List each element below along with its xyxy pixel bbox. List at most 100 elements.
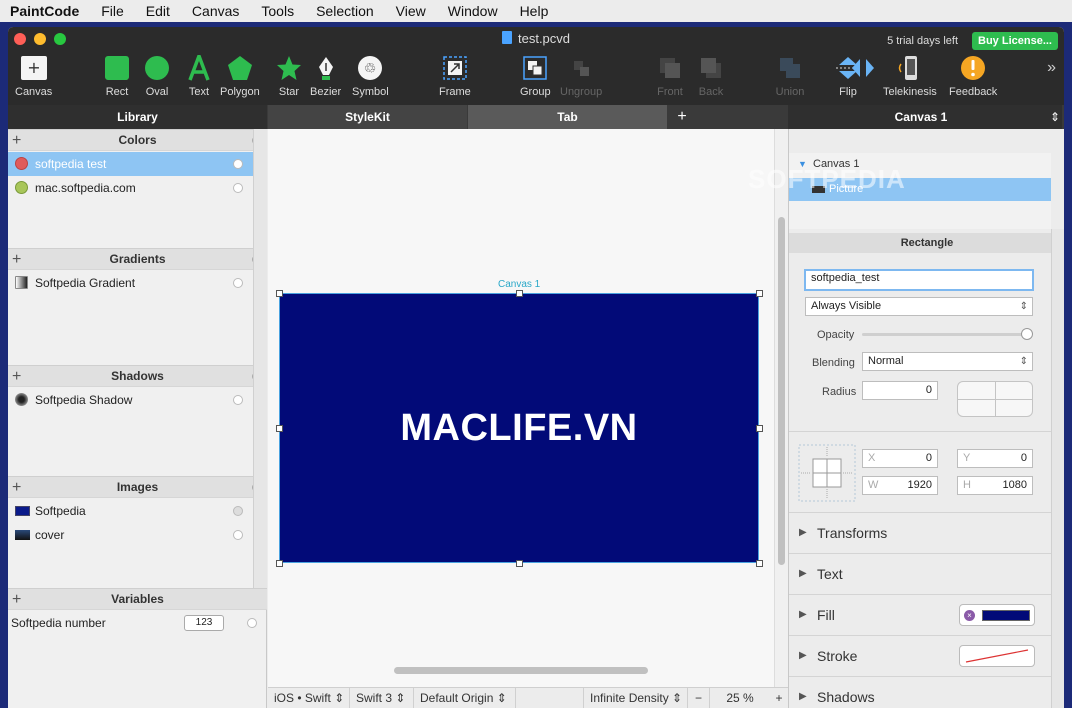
- zoom-out-button[interactable]: −: [688, 688, 710, 708]
- rect-tool-button[interactable]: Rect: [102, 53, 132, 99]
- remove-fill-icon[interactable]: ×: [964, 610, 975, 621]
- variable-item[interactable]: Softpedia number 123: [8, 611, 267, 635]
- telekinesis-button[interactable]: Telekinesis: [883, 53, 937, 99]
- anchor-springs-icon[interactable]: [798, 444, 856, 502]
- new-canvas-icon: +: [19, 53, 49, 83]
- image-item-radio[interactable]: [233, 506, 243, 516]
- add-tab-button[interactable]: +: [668, 105, 696, 129]
- color-item-radio[interactable]: [233, 159, 243, 169]
- text-section[interactable]: ▶ Text: [789, 553, 1051, 593]
- shape-name-input[interactable]: softpedia_test: [804, 269, 1034, 291]
- horizontal-scroll-thumb[interactable]: [394, 667, 648, 674]
- canvas-status-bar: iOS • Swift ⇕ Swift 3 ⇕ Default Origin ⇕…: [268, 687, 788, 708]
- image-item-radio[interactable]: [233, 530, 243, 540]
- add-color-button[interactable]: +: [12, 130, 21, 151]
- visibility-select[interactable]: Always Visible: [805, 297, 1033, 316]
- resize-handle[interactable]: [276, 290, 283, 297]
- origin-select[interactable]: Default Origin ⇕: [414, 688, 516, 708]
- inspector-title: Canvas 1: [788, 105, 1054, 129]
- vertical-scroll-thumb[interactable]: [778, 217, 785, 565]
- add-variable-button[interactable]: +: [12, 589, 21, 610]
- menu-help[interactable]: Help: [520, 3, 549, 19]
- library-scrollbar[interactable]: [253, 129, 267, 588]
- bring-front-icon: [655, 53, 685, 83]
- radius-input[interactable]: 0: [862, 381, 938, 400]
- swift-version-select[interactable]: Swift 3 ⇕: [350, 688, 414, 708]
- shadows-section[interactable]: ▶ Shadows: [789, 676, 1051, 708]
- bring-front-button[interactable]: Front: [655, 53, 685, 99]
- color-item[interactable]: softpedia test: [8, 152, 253, 176]
- resize-handle[interactable]: [516, 290, 523, 297]
- resize-handle[interactable]: [756, 560, 763, 567]
- bezier-tool-button[interactable]: Bezier: [310, 53, 341, 99]
- toolbar-overflow-icon[interactable]: »: [1047, 59, 1056, 77]
- text-tool-button[interactable]: Text: [184, 53, 214, 99]
- symbol-tool-button[interactable]: ♲ Symbol: [352, 53, 389, 99]
- menu-tools[interactable]: Tools: [261, 3, 294, 19]
- tab-library[interactable]: Library: [8, 105, 267, 129]
- density-select[interactable]: Infinite Density ⇕: [584, 688, 688, 708]
- menu-canvas[interactable]: Canvas: [192, 3, 239, 19]
- opacity-slider-knob[interactable]: [1021, 328, 1033, 340]
- star-tool-button[interactable]: Star: [274, 53, 304, 99]
- flip-horizontal-icon: [848, 53, 878, 83]
- image-item[interactable]: cover: [8, 523, 253, 547]
- resize-handle[interactable]: [276, 560, 283, 567]
- shadow-item-radio[interactable]: [233, 395, 243, 405]
- add-image-button[interactable]: +: [12, 477, 21, 498]
- color-item-radio[interactable]: [233, 183, 243, 193]
- group-button[interactable]: Group: [520, 53, 551, 99]
- union-button[interactable]: Union: [775, 53, 805, 99]
- add-gradient-button[interactable]: +: [12, 249, 21, 270]
- oval-tool-button[interactable]: Oval: [142, 53, 172, 99]
- artboard-rectangle[interactable]: MACLIFE.VN: [279, 293, 759, 563]
- menu-file[interactable]: File: [101, 3, 124, 19]
- width-input[interactable]: W 1920: [862, 476, 938, 495]
- color-item[interactable]: mac.softpedia.com: [8, 176, 253, 200]
- menu-edit[interactable]: Edit: [146, 3, 170, 19]
- menu-window[interactable]: Window: [448, 3, 498, 19]
- gradient-item-radio[interactable]: [233, 278, 243, 288]
- variable-value-field[interactable]: 123: [184, 615, 224, 631]
- height-input[interactable]: H 1080: [957, 476, 1033, 495]
- disclosure-triangle-icon: ▶: [799, 691, 807, 702]
- inspector-scrollbar[interactable]: [1051, 229, 1064, 708]
- buy-license-button[interactable]: Buy License...: [972, 32, 1058, 50]
- gradient-item[interactable]: Softpedia Gradient: [8, 271, 253, 295]
- tab-stylekit[interactable]: StyleKit: [268, 105, 467, 129]
- inspector-dropdown-arrows[interactable]: ⇕: [1048, 105, 1062, 129]
- resize-handle[interactable]: [516, 560, 523, 567]
- canvas-area[interactable]: Canvas 1 MACLIFE.VN iOS • Swift ⇕ Swift …: [268, 129, 788, 708]
- platform-select[interactable]: iOS • Swift ⇕: [268, 688, 350, 708]
- tab-tab[interactable]: Tab: [468, 105, 667, 129]
- polygon-tool-button[interactable]: Polygon: [220, 53, 260, 99]
- blending-select[interactable]: Normal: [862, 352, 1033, 371]
- transforms-section[interactable]: ▶ Transforms: [789, 512, 1051, 552]
- add-shadow-button[interactable]: +: [12, 366, 21, 387]
- resize-handle[interactable]: [756, 425, 763, 432]
- menu-selection[interactable]: Selection: [316, 3, 374, 19]
- fill-color-well[interactable]: ×: [959, 604, 1035, 626]
- image-item[interactable]: Softpedia: [8, 499, 253, 523]
- feedback-button[interactable]: Feedback: [949, 53, 997, 99]
- frame-tool-button[interactable]: Frame: [439, 53, 471, 99]
- ungroup-button[interactable]: Ungroup: [560, 53, 602, 99]
- zoom-in-button[interactable]: +: [770, 688, 788, 708]
- canvas-tool-button[interactable]: + Canvas: [15, 53, 52, 99]
- corner-radius-widget[interactable]: [957, 381, 1033, 417]
- menu-app-name[interactable]: PaintCode: [10, 3, 79, 19]
- opacity-slider[interactable]: [862, 333, 1032, 336]
- variable-item-radio[interactable]: [247, 618, 257, 628]
- menu-view[interactable]: View: [396, 3, 426, 19]
- shadow-item[interactable]: Softpedia Shadow: [8, 388, 253, 412]
- flip-horizontal-button[interactable]: [848, 53, 878, 99]
- send-back-button[interactable]: Back: [696, 53, 726, 99]
- fill-section[interactable]: ▶ Fill ×: [789, 594, 1051, 634]
- resize-handle[interactable]: [756, 290, 763, 297]
- stroke-color-well[interactable]: [959, 645, 1035, 667]
- resize-handle[interactable]: [276, 425, 283, 432]
- canvas-vertical-scrollbar[interactable]: [774, 129, 788, 689]
- stroke-section[interactable]: ▶ Stroke: [789, 635, 1051, 675]
- y-position-input[interactable]: Y0: [957, 449, 1033, 468]
- x-position-input[interactable]: X0: [862, 449, 938, 468]
